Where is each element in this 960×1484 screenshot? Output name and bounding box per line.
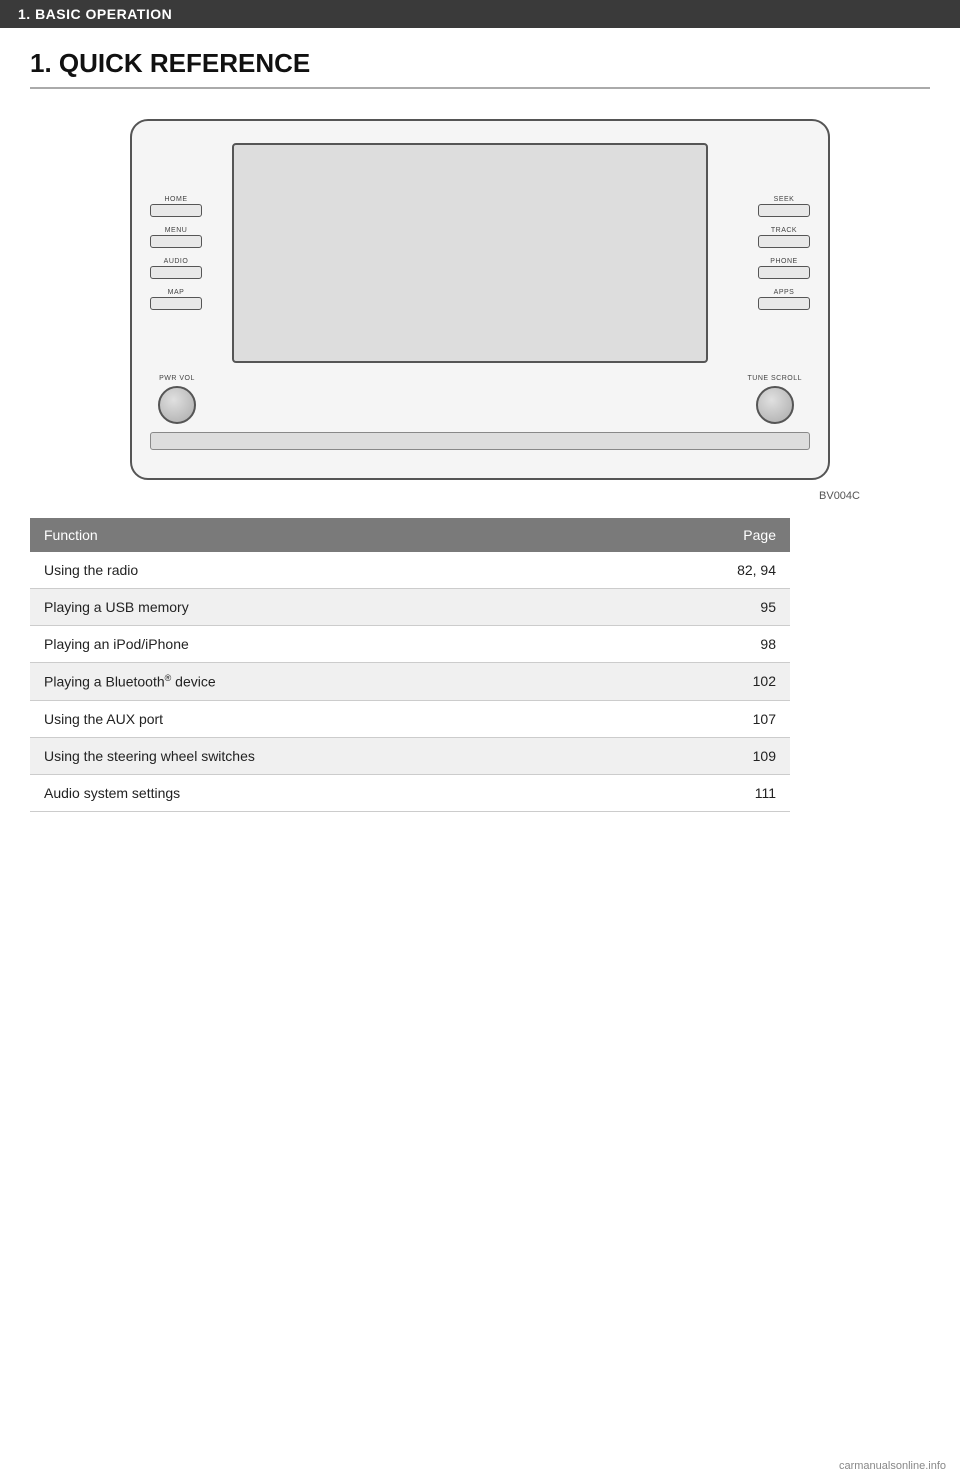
device-bottom-strip bbox=[150, 432, 810, 450]
table-row: Using the AUX port107 bbox=[30, 700, 790, 737]
seek-button[interactable] bbox=[758, 204, 810, 217]
table-cell-function: Playing a USB memory bbox=[30, 589, 690, 626]
table-cell-page: 107 bbox=[690, 700, 790, 737]
table-row: Audio system settings111 bbox=[30, 774, 790, 811]
table-cell-page: 98 bbox=[690, 626, 790, 663]
col-function-header: Function bbox=[30, 518, 690, 552]
table-cell-page: 111 bbox=[690, 774, 790, 811]
table-cell-page: 82, 94 bbox=[690, 552, 790, 589]
tune-scroll-knob[interactable] bbox=[756, 386, 794, 424]
track-button[interactable] bbox=[758, 235, 810, 248]
phone-button[interactable] bbox=[758, 266, 810, 279]
pwr-vol-knob[interactable] bbox=[158, 386, 196, 424]
device-inner: HOME MENU AUDIO MAP bbox=[150, 143, 810, 363]
reference-table: Function Page Using the radio82, 94Playi… bbox=[30, 518, 790, 812]
menu-btn-group: MENU bbox=[150, 227, 220, 248]
map-btn-group: MAP bbox=[150, 289, 220, 310]
table-cell-page: 109 bbox=[690, 737, 790, 774]
table-cell-function: Audio system settings bbox=[30, 774, 690, 811]
apps-label: APPS bbox=[758, 289, 810, 296]
menu-button[interactable] bbox=[150, 235, 202, 248]
home-label: HOME bbox=[150, 196, 202, 203]
menu-label: MENU bbox=[150, 227, 202, 234]
table-row: Playing a USB memory95 bbox=[30, 589, 790, 626]
right-button-panel: SEEK TRACK PHONE APPS bbox=[720, 196, 810, 310]
col-page-header: Page bbox=[690, 518, 790, 552]
right-knob-section: TUNE SCROLL bbox=[747, 375, 802, 424]
table-row: Playing a Bluetooth® device102 bbox=[30, 663, 790, 701]
table-cell-page: 95 bbox=[690, 589, 790, 626]
device-frame: HOME MENU AUDIO MAP bbox=[130, 119, 830, 480]
table-cell-function: Playing an iPod/iPhone bbox=[30, 626, 690, 663]
table-cell-function: Playing a Bluetooth® device bbox=[30, 663, 690, 701]
audio-btn-group: AUDIO bbox=[150, 258, 220, 279]
track-btn-group: TRACK bbox=[758, 227, 810, 248]
device-screen[interactable] bbox=[232, 143, 708, 363]
table-header-row: Function Page bbox=[30, 518, 790, 552]
phone-btn-group: PHONE bbox=[758, 258, 810, 279]
diagram-container: HOME MENU AUDIO MAP bbox=[100, 119, 860, 480]
apps-button[interactable] bbox=[758, 297, 810, 310]
table-row: Playing an iPod/iPhone98 bbox=[30, 626, 790, 663]
main-content: 1. QUICK REFERENCE HOME MENU AUDIO bbox=[0, 28, 960, 842]
table-cell-function: Using the radio bbox=[30, 552, 690, 589]
phone-label: PHONE bbox=[758, 258, 810, 265]
diagram-code: BV004C bbox=[100, 490, 860, 502]
map-label: MAP bbox=[150, 289, 202, 296]
table-row: Using the steering wheel switches109 bbox=[30, 737, 790, 774]
site-watermark: carmanualsonline.info bbox=[839, 1460, 946, 1472]
left-knob-section: PWR VOL bbox=[158, 375, 196, 424]
table-cell-page: 102 bbox=[690, 663, 790, 701]
audio-label: AUDIO bbox=[150, 258, 202, 265]
audio-button[interactable] bbox=[150, 266, 202, 279]
page-title: 1. QUICK REFERENCE bbox=[30, 48, 930, 89]
section-header: 1. BASIC OPERATION bbox=[0, 0, 960, 28]
section-title: 1. BASIC OPERATION bbox=[18, 6, 172, 22]
home-btn-group: HOME bbox=[150, 196, 220, 217]
map-button[interactable] bbox=[150, 297, 202, 310]
tune-scroll-label: TUNE SCROLL bbox=[747, 375, 802, 382]
track-label: TRACK bbox=[758, 227, 810, 234]
home-button[interactable] bbox=[150, 204, 202, 217]
table-row: Using the radio82, 94 bbox=[30, 552, 790, 589]
table-cell-function: Using the steering wheel switches bbox=[30, 737, 690, 774]
left-button-panel: HOME MENU AUDIO MAP bbox=[150, 196, 220, 310]
apps-btn-group: APPS bbox=[758, 289, 810, 310]
knobs-row: PWR VOL TUNE SCROLL bbox=[150, 375, 810, 424]
pwr-vol-label: PWR VOL bbox=[159, 375, 195, 382]
seek-label: SEEK bbox=[758, 196, 810, 203]
table-cell-function: Using the AUX port bbox=[30, 700, 690, 737]
seek-btn-group: SEEK bbox=[758, 196, 810, 217]
